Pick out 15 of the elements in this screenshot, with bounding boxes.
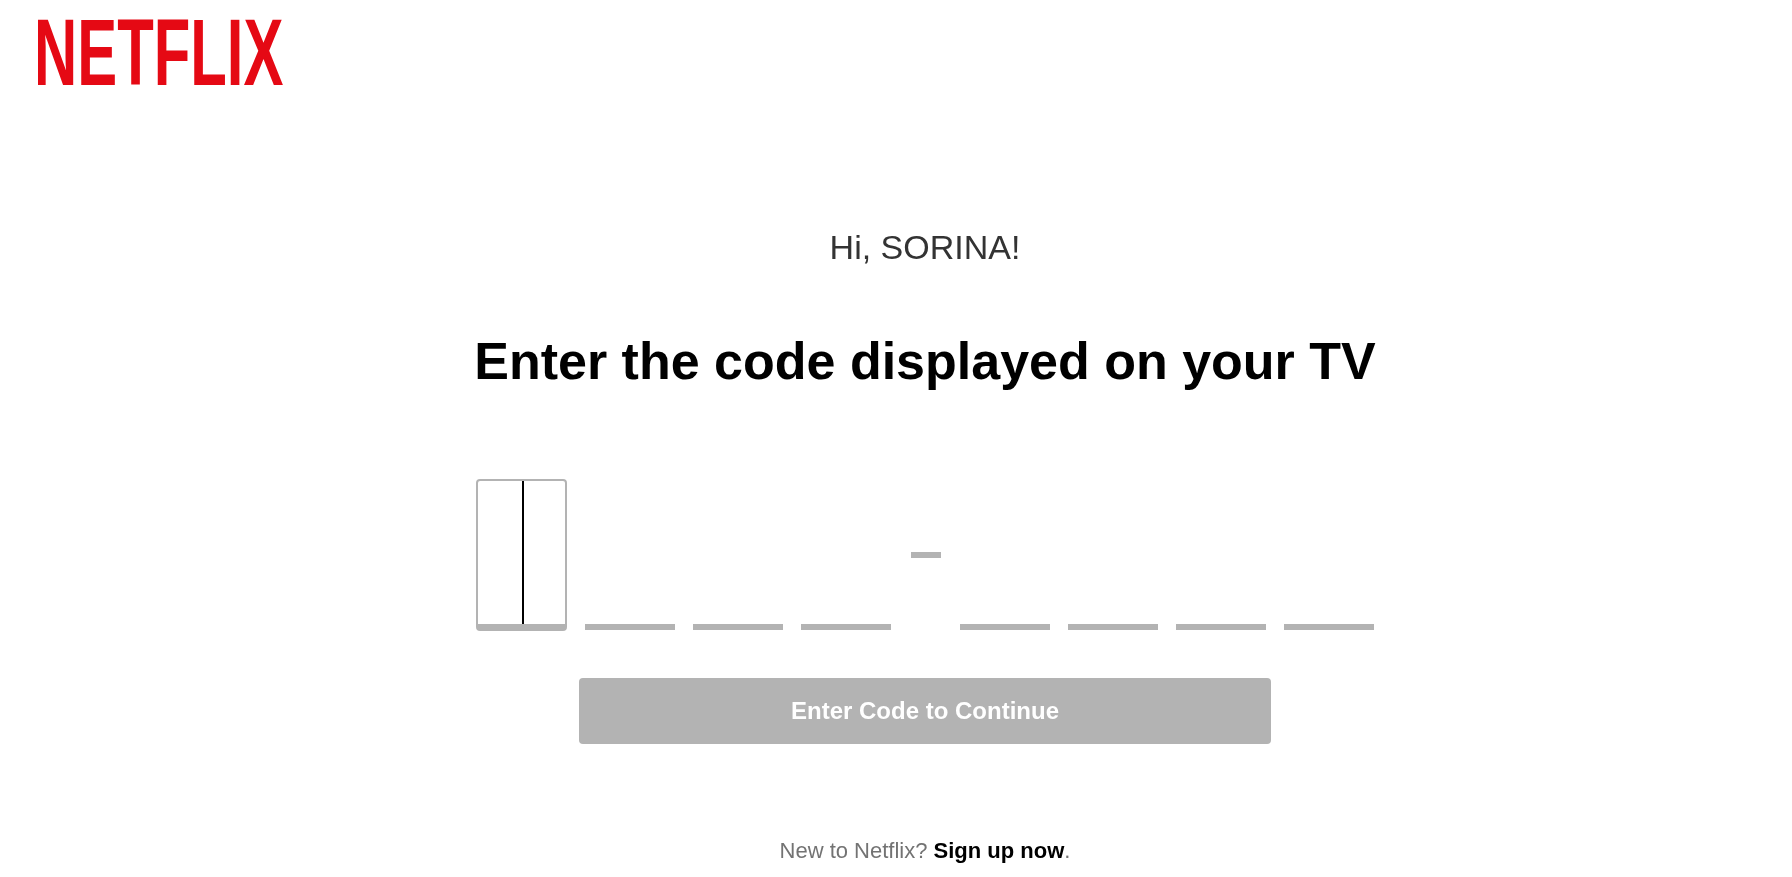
code-digit-field[interactable] — [1068, 624, 1158, 630]
logo-wordmark: NETFLIX — [34, 18, 284, 86]
code-digit-field[interactable] — [476, 479, 567, 631]
greeting-text: Hi, SORINA! — [829, 227, 1021, 268]
code-digit-field[interactable] — [1176, 624, 1266, 630]
dash-icon — [911, 552, 941, 558]
page-heading: Enter the code displayed on your TV — [474, 331, 1376, 392]
sign-up-link[interactable]: Sign up now — [933, 838, 1065, 863]
code-digit-field[interactable] — [960, 624, 1050, 630]
code-digit-field[interactable] — [585, 624, 675, 630]
code-digit-field[interactable] — [1284, 624, 1374, 630]
code-digit-field[interactable] — [693, 624, 783, 630]
signup-prompt: New to Netflix? Sign up now. — [779, 838, 1071, 864]
code-digit-field[interactable] — [801, 624, 891, 630]
text-cursor-icon — [522, 481, 524, 624]
